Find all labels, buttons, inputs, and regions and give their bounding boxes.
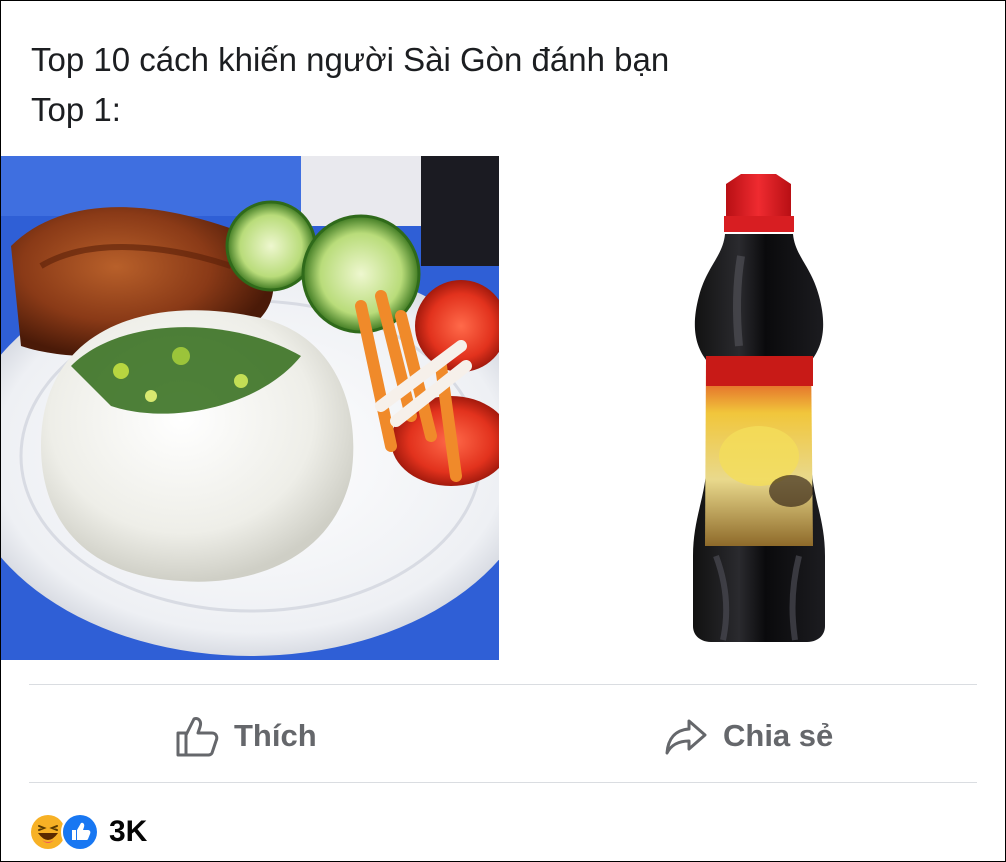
like-button[interactable]: Thích	[174, 709, 317, 763]
like-label: Thích	[234, 718, 317, 753]
photo-grid	[1, 156, 1005, 660]
reaction-summary[interactable]: 3K	[29, 813, 147, 851]
post-text: Top 10 cách khiến người Sài Gòn đánh bạn…	[31, 35, 669, 135]
photo-soy-sauce[interactable]	[511, 156, 1005, 660]
reaction-count: 3K	[109, 815, 148, 848]
share-button[interactable]: Chia sẻ	[663, 709, 833, 763]
like-reaction-icon	[61, 813, 99, 851]
post-text-line-2: Top 1:	[31, 91, 121, 128]
soy-sauce-bottle-image	[511, 156, 1005, 660]
divider-bottom	[29, 782, 977, 783]
divider-top	[29, 684, 977, 685]
share-label: Chia sẻ	[723, 718, 834, 753]
thumbs-up-icon	[174, 713, 220, 759]
photo-com-tam[interactable]	[1, 156, 499, 660]
facebook-post: Top 10 cách khiến người Sài Gòn đánh bạn…	[0, 0, 1006, 862]
share-arrow-icon	[663, 713, 709, 759]
post-text-line-1: Top 10 cách khiến người Sài Gòn đánh bạn	[31, 41, 670, 78]
rice-plate-image	[1, 156, 499, 660]
